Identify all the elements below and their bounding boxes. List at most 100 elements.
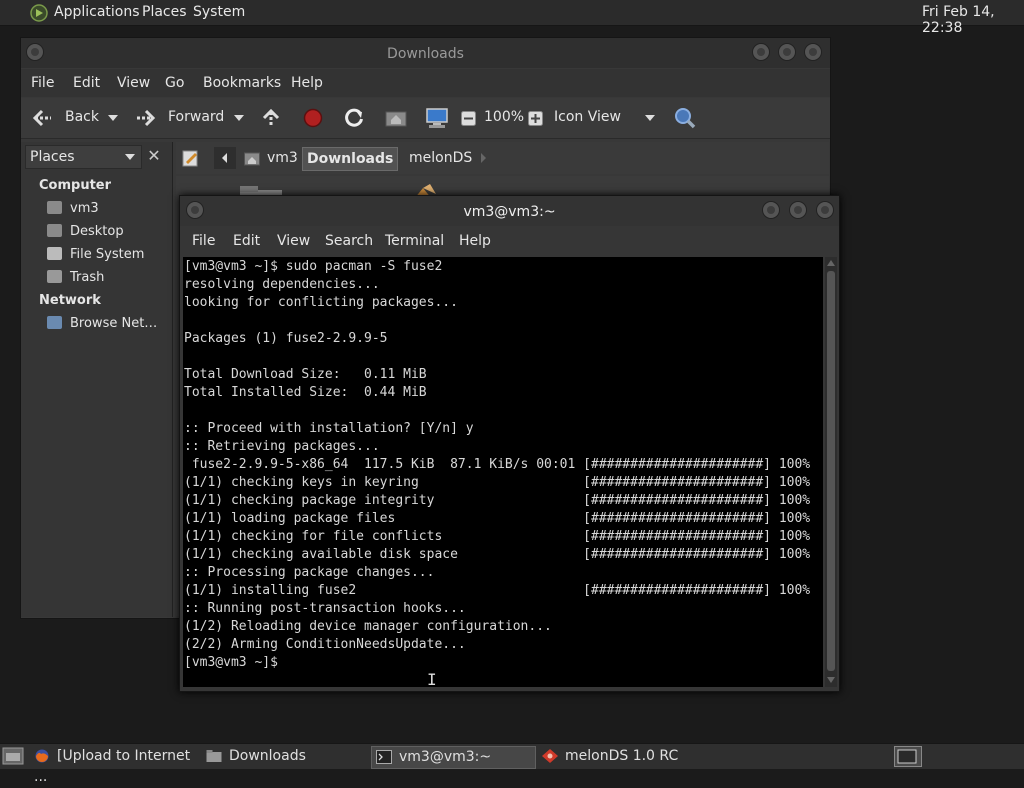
menu-help[interactable]: Help: [291, 75, 323, 91]
search-icon[interactable]: [673, 107, 697, 129]
path-scroll-left-button[interactable]: [214, 147, 236, 169]
menu-edit[interactable]: Edit: [233, 233, 260, 249]
terminal-line: :: Proceed with installation? [Y/n] y: [184, 421, 474, 436]
menu-edit[interactable]: Edit: [73, 75, 100, 91]
menu-search[interactable]: Search: [325, 233, 373, 249]
path-crumb-downloads[interactable]: Downloads: [302, 147, 399, 171]
task-label: vm3@vm3:~: [399, 749, 492, 765]
menu-file[interactable]: File: [31, 75, 54, 91]
menu-terminal[interactable]: Terminal: [385, 233, 444, 249]
window-title: vm3@vm3:~: [463, 204, 556, 220]
terminal-titlebar[interactable]: vm3@vm3:~: [180, 196, 839, 226]
applications-menu[interactable]: Applications: [54, 4, 140, 20]
window-title: Downloads: [387, 46, 464, 62]
distro-logo-icon[interactable]: [30, 4, 48, 22]
edit-location-icon[interactable]: [182, 149, 200, 167]
reload-icon[interactable]: [343, 107, 365, 129]
forward-history-dropdown-icon[interactable]: [234, 115, 244, 121]
places-menu[interactable]: Places: [142, 4, 187, 20]
terminal-line: :: Processing package changes...: [184, 565, 435, 580]
top-panel: Applications Places System Fri Feb 14, 2…: [0, 0, 1024, 36]
terminal-line: looking for conflicting packages...: [184, 295, 458, 310]
terminal-output[interactable]: [vm3@vm3 ~]$ sudo pacman -S fuse2 resolvi…: [183, 257, 823, 687]
menu-view[interactable]: View: [277, 233, 310, 249]
network-icon: [47, 316, 62, 329]
places-selector[interactable]: Places: [25, 145, 142, 169]
taskbar-item-melonds[interactable]: melonDS 1.0 RC: [542, 746, 712, 767]
melonds-icon: [542, 749, 558, 763]
menu-file[interactable]: File: [192, 233, 215, 249]
sidebar-item-desktop[interactable]: Desktop: [47, 224, 124, 239]
clock[interactable]: Fri Feb 14, 22:38: [922, 4, 1024, 36]
system-menu[interactable]: System: [193, 4, 245, 20]
scroll-down-arrow-icon[interactable]: [827, 676, 835, 684]
terminal-line: (1/1) installing fuse2 [################…: [184, 583, 811, 598]
menu-go[interactable]: Go: [165, 75, 184, 91]
text-cursor-icon: I: [427, 670, 437, 689]
sidebar-item-label: vm3: [70, 201, 99, 216]
file-manager-titlebar[interactable]: Downloads: [21, 38, 830, 68]
forward-button[interactable]: Forward: [168, 109, 224, 125]
computer-icon[interactable]: [425, 107, 449, 129]
sidebar-item-file-system[interactable]: File System: [47, 247, 144, 262]
maximize-button[interactable]: [778, 43, 796, 61]
places-sidebar: Computer vm3 Desktop File System Trash N…: [21, 142, 173, 617]
zoom-out-icon[interactable]: [461, 111, 476, 126]
view-mode-select[interactable]: Icon View: [554, 109, 621, 125]
task-label: [Upload to Internet ...: [34, 748, 191, 785]
taskbar-item-browser[interactable]: [Upload to Internet ...: [34, 746, 200, 785]
terminal-line: (1/1) checking package integrity [######…: [184, 493, 811, 508]
workspace-switcher[interactable]: [894, 746, 922, 767]
home-folder-icon: [47, 201, 62, 214]
stop-icon[interactable]: [303, 108, 323, 128]
up-arrow-icon[interactable]: [261, 108, 281, 128]
sidebar-item-trash[interactable]: Trash: [47, 270, 104, 285]
zoom-in-icon[interactable]: [528, 111, 543, 126]
menu-view[interactable]: View: [117, 75, 150, 91]
close-button[interactable]: [816, 201, 834, 219]
zoom-level[interactable]: 100%: [484, 109, 524, 125]
sidebar-item-vm3[interactable]: vm3: [47, 201, 99, 216]
minimize-button[interactable]: [752, 43, 770, 61]
terminal-line: :: Retrieving packages...: [184, 439, 380, 454]
scrollbar-thumb[interactable]: [827, 271, 835, 671]
path-crumb-vm3[interactable]: vm3: [263, 147, 302, 169]
forward-arrow-icon[interactable]: [135, 108, 157, 128]
sidebar-item-browse-network[interactable]: Browse Net…: [47, 316, 157, 331]
task-label: melonDS 1.0 RC: [565, 748, 679, 764]
terminal-line: resolving dependencies...: [184, 277, 380, 292]
sidebar-item-label: Desktop: [70, 224, 124, 239]
terminal-menubar: File Edit View Search Terminal Help: [180, 227, 839, 255]
close-sidebar-button[interactable]: ✕: [144, 145, 164, 167]
file-manager-toolbar: Back Forward 100% Icon View: [21, 98, 830, 139]
terminal-icon: [376, 750, 392, 764]
minimize-button[interactable]: [762, 201, 780, 219]
taskbar-item-downloads[interactable]: Downloads: [206, 746, 366, 767]
places-selector-label: Places: [30, 149, 75, 165]
taskbar-item-terminal[interactable]: vm3@vm3:~: [371, 746, 536, 769]
menu-help[interactable]: Help: [459, 233, 491, 249]
terminal-scrollbar[interactable]: [825, 257, 837, 687]
task-label: Downloads: [229, 748, 306, 764]
desktop-folder-icon: [47, 224, 62, 237]
terminal-line: (2/2) Arming ConditionNeedsUpdate...: [184, 637, 466, 652]
home-folder-icon: [244, 152, 260, 166]
close-button[interactable]: [804, 43, 822, 61]
sidebar-heading-computer: Computer: [39, 178, 112, 193]
terminal-line: (1/2) Reloading device manager configura…: [184, 619, 552, 634]
view-mode-dropdown-icon[interactable]: [645, 115, 655, 121]
path-scroll-right-button[interactable]: [478, 147, 490, 169]
back-history-dropdown-icon[interactable]: [108, 115, 118, 121]
show-desktop-icon[interactable]: [2, 747, 24, 765]
maximize-button[interactable]: [789, 201, 807, 219]
home-folder-icon[interactable]: [385, 108, 407, 128]
scroll-up-arrow-icon[interactable]: [827, 259, 835, 267]
menu-bookmarks[interactable]: Bookmarks: [203, 75, 281, 91]
terminal-lines: [vm3@vm3 ~]$ sudo pacman -S fuse2 resolvi…: [183, 257, 823, 672]
path-crumb-melonds[interactable]: melonDS: [405, 147, 476, 169]
firefox-icon: [34, 749, 50, 763]
back-arrow-icon[interactable]: [31, 108, 53, 128]
back-button[interactable]: Back: [65, 109, 99, 125]
